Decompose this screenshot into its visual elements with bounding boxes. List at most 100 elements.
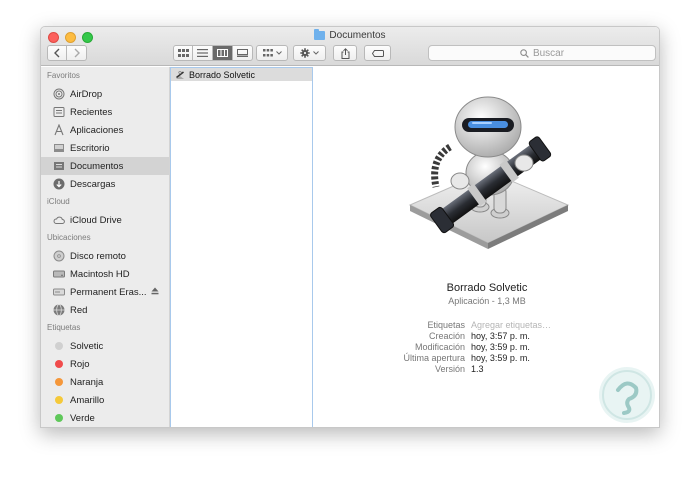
group-by-button[interactable] (256, 45, 288, 61)
sidebar-item-label: Red (70, 304, 88, 316)
add-tags-field[interactable]: Agregar etiquetas… (471, 320, 621, 331)
watermark-logo-icon (599, 367, 655, 423)
sidebar-item-tag-solvetic[interactable]: Solvetic (41, 337, 169, 355)
tag-icon (371, 49, 384, 57)
tag-color-icon (53, 340, 65, 352)
search-placeholder: Buscar (532, 47, 565, 59)
sidebar-item-disco-remoto[interactable]: Disco remoto (41, 247, 169, 265)
sidebar-section-ubicaciones: Ubicaciones (47, 233, 91, 242)
title-bar: Documentos Buscar (41, 27, 659, 66)
sidebar-item-aplicaciones[interactable]: Aplicaciones (41, 121, 169, 139)
sidebar-item-tag-naranja[interactable]: Naranja (41, 373, 169, 391)
column-view-button[interactable] (213, 45, 233, 61)
tag-color-icon (53, 394, 65, 406)
search-field[interactable]: Buscar (428, 45, 656, 61)
preview-meta-labels: Etiquetas Creación Modificación Última a… (353, 320, 465, 375)
tag-red-dot-icon (55, 360, 63, 368)
desktop-icon (53, 142, 65, 154)
sidebar-item-recientes[interactable]: Recientes (41, 103, 169, 121)
sidebar: Favoritos AirDrop Recientes Aplicaciones… (41, 67, 170, 427)
window-title: Documentos (41, 29, 659, 41)
back-button[interactable] (47, 45, 67, 61)
columns-icon (217, 49, 228, 57)
forward-button[interactable] (67, 45, 87, 61)
chevron-right-icon (74, 48, 80, 58)
sidebar-item-label: Escritorio (70, 142, 110, 154)
folder-icon (314, 29, 326, 40)
sidebar-item-label: Recientes (70, 106, 113, 118)
sidebar-item-escritorio[interactable]: Escritorio (41, 139, 169, 157)
disc-icon (53, 250, 65, 262)
share-button[interactable] (333, 45, 357, 61)
share-icon (341, 47, 349, 59)
meta-label-creacion: Creación (428, 331, 465, 341)
chevron-left-icon (54, 48, 60, 58)
finder-window: Documentos Buscar Favoritos AirDrop Reci… (40, 26, 660, 428)
sidebar-item-label: Amarillo (70, 394, 105, 406)
action-menu-button[interactable] (293, 45, 326, 61)
list-view-button[interactable] (193, 45, 213, 61)
sidebar-item-tag-verde[interactable]: Verde (41, 409, 169, 427)
list-item-label: Borrado Solvetic (189, 69, 256, 80)
meta-label-modificacion: Modificación (414, 342, 465, 352)
icon-view-button[interactable] (173, 45, 193, 61)
meta-value-creacion: hoy, 3:57 p. m. (471, 331, 530, 341)
meta-label-version: Versión (434, 364, 465, 374)
automator-app-icon (176, 70, 184, 79)
preview-file-name: Borrado Solvetic (446, 282, 528, 294)
sidebar-item-tag-rojo[interactable]: Rojo (41, 355, 169, 373)
file-column[interactable]: Borrado Solvetic (170, 67, 313, 427)
sidebar-item-label: Solvetic (70, 340, 104, 352)
cloud-icon (53, 214, 65, 226)
sidebar-item-label: Documentos (70, 160, 124, 172)
group-grid-icon (262, 49, 273, 57)
network-icon (53, 304, 65, 316)
sidebar-item-label: Verde (70, 412, 95, 424)
chevron-down-icon (313, 51, 319, 55)
applications-icon (53, 124, 65, 136)
window-title-text: Documentos (329, 30, 386, 41)
gallery-icon (237, 49, 248, 57)
edit-tags-button[interactable] (364, 45, 391, 61)
sidebar-item-documentos[interactable]: Documentos (41, 157, 169, 175)
list-item-borrado-solvetic[interactable]: Borrado Solvetic (171, 68, 312, 81)
gear-icon (300, 48, 310, 58)
sidebar-item-label: Disco remoto (70, 250, 126, 262)
tag-color-icon (53, 358, 65, 370)
sidebar-section-icloud: iCloud (47, 197, 70, 206)
automator-robot-icon (408, 96, 570, 249)
sidebar-section-favoritos: Favoritos (47, 71, 80, 80)
meta-label-etiquetas: Etiquetas (427, 320, 465, 330)
tag-yellow-dot-icon (55, 396, 63, 404)
tag-orange-dot-icon (55, 378, 63, 386)
sidebar-item-label: Aplicaciones (70, 124, 124, 136)
sidebar-item-label: Descargas (70, 178, 116, 190)
airdrop-icon (53, 88, 65, 100)
eject-icon (151, 287, 159, 295)
meta-label-ultima-apertura: Última apertura (403, 353, 465, 363)
sidebar-item-descargas[interactable]: Descargas (41, 175, 169, 193)
search-icon (520, 48, 529, 58)
sidebar-item-label: Permanent Eras... (70, 286, 147, 298)
tag-color-icon (53, 412, 65, 424)
sidebar-item-tag-amarillo[interactable]: Amarillo (41, 391, 169, 409)
sidebar-item-airdrop[interactable]: AirDrop (41, 85, 169, 103)
sidebar-item-red[interactable]: Red (41, 301, 169, 319)
sidebar-item-macintosh-hd[interactable]: Macintosh HD (41, 265, 169, 283)
sidebar-item-label: iCloud Drive (70, 214, 122, 226)
view-mode-control (173, 45, 253, 61)
tag-green-dot-icon (55, 414, 63, 422)
meta-value-ultima-apertura: hoy, 3:59 p. m. (471, 353, 530, 363)
gallery-view-button[interactable] (233, 45, 253, 61)
sidebar-item-label: Rojo (70, 358, 90, 370)
eject-button[interactable] (151, 287, 159, 298)
sidebar-item-icloud-drive[interactable]: iCloud Drive (41, 211, 169, 229)
preview-file-kind: Aplicación - 1,3 MB (448, 296, 526, 306)
sidebar-item-label: Naranja (70, 376, 104, 388)
meta-value-modificacion: hoy, 3:59 p. m. (471, 342, 530, 352)
downloads-icon (53, 178, 65, 190)
tag-color-icon (53, 376, 65, 388)
chevron-down-icon (275, 51, 282, 55)
sidebar-item-permanent-eraser[interactable]: Permanent Eras... (41, 283, 169, 301)
sidebar-section-etiquetas: Etiquetas (47, 323, 81, 332)
